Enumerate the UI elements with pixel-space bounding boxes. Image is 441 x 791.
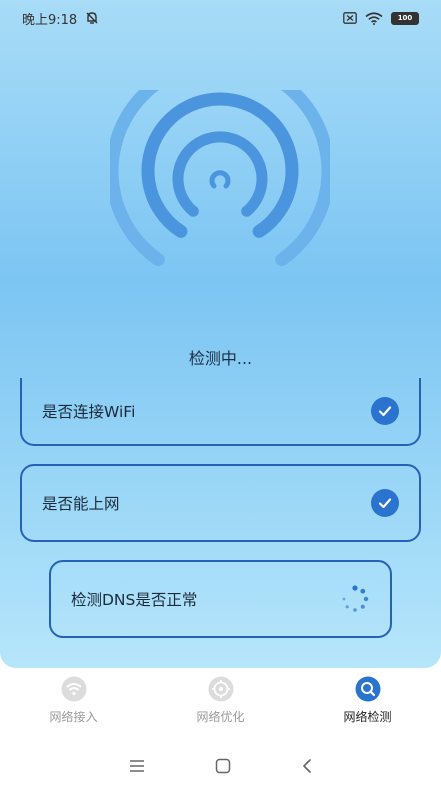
checking-status-text: 检测中...	[188, 349, 253, 368]
nav-label-optimize: 网络优化	[196, 710, 245, 724]
nav-label-access: 网络接入	[49, 710, 98, 724]
check-label-internet: 是否能上网	[42, 495, 120, 513]
menu-icon[interactable]	[129, 759, 145, 773]
check-card-dns: 检测DNS是否正常	[49, 560, 392, 638]
wifi-radar-icon	[110, 90, 330, 267]
optimize-icon	[208, 676, 233, 702]
alarm-off-icon	[86, 12, 98, 24]
bottom-nav: 网络接入 网络优化 网络检测	[0, 676, 441, 736]
check-card-internet: 是否能上网	[20, 464, 421, 542]
checkmark-icon	[371, 489, 399, 517]
system-nav-bar	[0, 748, 441, 784]
search-icon	[355, 676, 380, 702]
status-time: 晚上9:18	[22, 12, 78, 28]
sim-icon	[343, 12, 357, 24]
loading-spinner-icon	[342, 585, 369, 612]
checkmark-icon	[371, 397, 399, 425]
check-card-wifi: 是否连接WiFi	[20, 378, 421, 446]
wifi-icon	[61, 676, 86, 702]
check-label-dns: 检测DNS是否正常	[71, 591, 198, 609]
nav-item-optimize[interactable]: 网络优化	[161, 676, 281, 725]
back-icon[interactable]	[301, 758, 313, 774]
status-bar: 晚上9:18 100	[0, 0, 441, 36]
home-icon[interactable]	[215, 758, 231, 774]
nav-label-detect: 网络检测	[343, 710, 392, 724]
battery-indicator: 100	[391, 11, 419, 25]
nav-item-detect[interactable]: 网络检测	[308, 676, 428, 725]
check-label-wifi: 是否连接WiFi	[42, 403, 136, 421]
wifi-status-icon	[365, 11, 383, 25]
nav-item-access[interactable]: 网络接入	[14, 676, 134, 725]
